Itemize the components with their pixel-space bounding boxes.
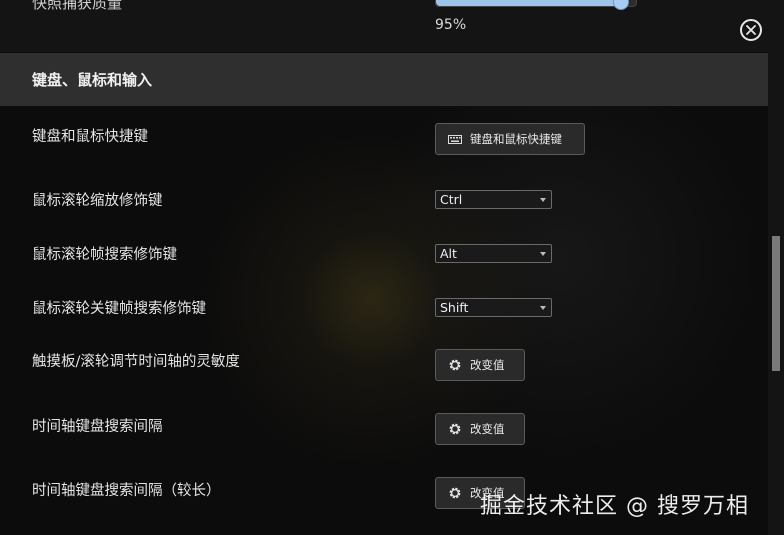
zoom-modifier-value: Ctrl: [440, 192, 463, 207]
sensitivity-change-label: 改变值: [470, 358, 505, 372]
slider-fill: [436, 0, 626, 6]
sensitivity-change-button[interactable]: 改变值: [435, 349, 525, 381]
shortcuts-label: 键盘和鼠标快捷键: [32, 129, 148, 145]
frame-modifier-label: 鼠标滚轮帧搜索修饰键: [32, 247, 177, 263]
snapshot-quality-value: 95%: [435, 17, 467, 33]
keyframe-modifier-select[interactable]: Shift: [435, 298, 552, 317]
seek-interval-change-label: 改变值: [470, 422, 505, 436]
vertical-scrollbar[interactable]: [768, 0, 784, 535]
slider-knob[interactable]: [613, 0, 629, 10]
seek-interval-change-button[interactable]: 改变值: [435, 413, 525, 445]
frame-modifier-value: Alt: [440, 246, 457, 261]
scrollbar-thumb[interactable]: [772, 236, 780, 371]
snapshot-quality-slider[interactable]: [435, 0, 637, 7]
gear-icon: [448, 358, 462, 372]
keyframe-modifier-value: Shift: [440, 300, 469, 315]
watermark: 掘金技术社区 @ 搜罗万相: [480, 494, 749, 519]
close-button[interactable]: [740, 19, 762, 41]
seek-interval-label: 时间轴键盘搜索间隔: [32, 419, 163, 435]
seek-interval-long-label: 时间轴键盘搜索间隔（较长）: [32, 483, 221, 499]
chevron-down-icon: [540, 198, 546, 202]
keyboard-icon: [448, 134, 462, 144]
gear-icon: [448, 486, 462, 500]
frame-modifier-select[interactable]: Alt: [435, 244, 552, 263]
gear-icon: [448, 422, 462, 436]
keyframe-modifier-label: 鼠标滚轮关键帧搜索修饰键: [32, 301, 206, 317]
section-title: 键盘、鼠标和输入: [32, 71, 153, 89]
zoom-modifier-select[interactable]: Ctrl: [435, 190, 552, 209]
section-header: 键盘、鼠标和输入: [0, 53, 768, 106]
snapshot-quality-row: 快照捕获质量 95%: [0, 0, 768, 52]
sensitivity-label: 触摸板/滚轮调节时间轴的灵敏度: [32, 354, 240, 370]
close-icon: [746, 25, 756, 35]
shortcuts-button-label: 键盘和鼠标快捷键: [470, 132, 562, 146]
zoom-modifier-label: 鼠标滚轮缩放修饰键: [32, 193, 163, 209]
chevron-down-icon: [540, 252, 546, 256]
snapshot-quality-label: 快照捕获质量: [32, 0, 123, 12]
chevron-down-icon: [540, 306, 546, 310]
shortcuts-button[interactable]: 键盘和鼠标快捷键: [435, 123, 585, 155]
